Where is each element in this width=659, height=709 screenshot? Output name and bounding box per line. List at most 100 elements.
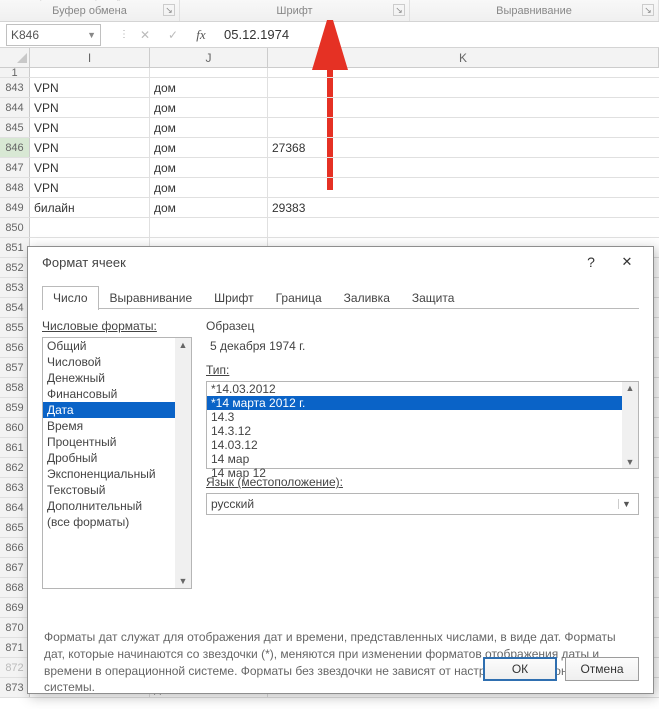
list-item[interactable]: Процентный [43, 434, 191, 450]
help-button[interactable]: ? [573, 254, 609, 270]
list-item[interactable]: *14.03.2012 [207, 382, 638, 396]
name-box[interactable]: K846▼ [6, 24, 101, 46]
row-header[interactable]: 864 [0, 498, 30, 517]
row-header[interactable]: 872 [0, 658, 30, 677]
row-header[interactable]: 867 [0, 558, 30, 577]
list-item[interactable]: 14 мар 12 [207, 466, 638, 480]
font-dialog-launcher[interactable]: ↘ [393, 4, 405, 16]
list-item[interactable]: Дата [43, 402, 191, 418]
cell[interactable]: дом [150, 158, 268, 177]
list-item[interactable]: Денежный [43, 370, 191, 386]
row-header[interactable]: 854 [0, 298, 30, 317]
list-item[interactable]: 14 мар [207, 452, 638, 466]
cell[interactable] [268, 68, 659, 77]
format-painter-button[interactable]: Формат по образцу [4, 0, 130, 5]
list-item[interactable]: Дополнительный [43, 498, 191, 514]
row-header[interactable]: 859 [0, 398, 30, 417]
list-item[interactable]: Финансовый [43, 386, 191, 402]
row-header[interactable]: 871 [0, 638, 30, 657]
list-item[interactable]: Дробный [43, 450, 191, 466]
cell[interactable]: 29383 [268, 198, 659, 217]
row-header[interactable]: 870 [0, 618, 30, 637]
cell[interactable]: VPN [30, 98, 150, 117]
list-item[interactable]: (все форматы) [43, 514, 191, 530]
date-type-list[interactable]: *14.03.2012*14 марта 2012 г.14.314.3.121… [206, 381, 639, 469]
list-item[interactable]: Текстовый [43, 482, 191, 498]
cell[interactable] [150, 68, 268, 77]
cell[interactable]: дом [150, 138, 268, 157]
row-header[interactable]: 847 [0, 158, 30, 177]
row-header[interactable]: 853 [0, 278, 30, 297]
cell[interactable] [30, 218, 150, 237]
row-header[interactable]: 858 [0, 378, 30, 397]
column-header-J[interactable]: J [150, 48, 268, 67]
cell[interactable] [268, 98, 659, 117]
scroll-up-icon[interactable]: ▲ [179, 338, 188, 352]
dialog-tab[interactable]: Выравнивание [99, 286, 204, 310]
row-header[interactable]: 845 [0, 118, 30, 137]
cell[interactable]: дом [150, 198, 268, 217]
chevron-down-icon[interactable]: ▼ [618, 499, 634, 509]
column-header-I[interactable]: I [30, 48, 150, 67]
chevron-down-icon[interactable]: ▼ [87, 30, 96, 40]
clipboard-dialog-launcher[interactable]: ↘ [163, 4, 175, 16]
list-item[interactable]: 14.3 [207, 410, 638, 424]
row-header[interactable]: 862 [0, 458, 30, 477]
row-header[interactable]: 851 [0, 238, 30, 257]
alignment-dialog-launcher[interactable]: ↘ [642, 4, 654, 16]
row-header[interactable]: 869 [0, 598, 30, 617]
row-header[interactable]: 1 [0, 68, 30, 77]
cell[interactable]: VPN [30, 158, 150, 177]
row-header[interactable]: 866 [0, 538, 30, 557]
number-format-category-list[interactable]: ОбщийЧисловойДенежныйФинансовыйДатаВремя… [42, 337, 192, 589]
scrollbar[interactable]: ▲ ▼ [175, 338, 191, 588]
list-item[interactable]: Время [43, 418, 191, 434]
ok-button[interactable]: ОК [483, 657, 557, 681]
dialog-tab[interactable]: Число [42, 286, 99, 310]
row-header[interactable]: 856 [0, 338, 30, 357]
list-item[interactable]: Общий [43, 338, 191, 354]
row-header[interactable]: 850 [0, 218, 30, 237]
cell[interactable]: VPN [30, 138, 150, 157]
cell[interactable]: VPN [30, 178, 150, 197]
cancel-formula-button[interactable]: ✕ [134, 24, 156, 46]
dialog-tab[interactable]: Шрифт [203, 286, 264, 310]
cell[interactable]: 27368 [268, 138, 659, 157]
row-header[interactable]: 852 [0, 258, 30, 277]
select-all-corner[interactable] [0, 48, 30, 67]
row-header[interactable]: 865 [0, 518, 30, 537]
row-header[interactable]: 868 [0, 578, 30, 597]
cancel-button[interactable]: Отмена [565, 657, 639, 681]
cell[interactable]: дом [150, 78, 268, 97]
cell[interactable] [268, 78, 659, 97]
enter-formula-button[interactable]: ✓ [162, 24, 184, 46]
cell[interactable] [30, 68, 150, 77]
row-header[interactable]: 860 [0, 418, 30, 437]
close-button[interactable]: ✕ [609, 254, 645, 270]
row-header[interactable]: 863 [0, 478, 30, 497]
dialog-tab[interactable]: Граница [265, 286, 333, 310]
cell[interactable] [268, 178, 659, 197]
list-item[interactable]: 14.03.12 [207, 438, 638, 452]
scroll-down-icon[interactable]: ▼ [179, 574, 188, 588]
formula-input[interactable]: 05.12.1974 [218, 24, 653, 46]
row-header[interactable]: 846 [0, 138, 30, 157]
cell[interactable]: дом [150, 118, 268, 137]
dialog-tab[interactable]: Защита [401, 286, 466, 310]
insert-function-button[interactable]: fx [190, 24, 212, 46]
row-header[interactable]: 849 [0, 198, 30, 217]
column-header-K[interactable]: K [268, 48, 659, 67]
cell[interactable]: дом [150, 178, 268, 197]
cell[interactable]: билайн [30, 198, 150, 217]
cell[interactable] [268, 118, 659, 137]
cell[interactable] [268, 158, 659, 177]
scroll-down-icon[interactable]: ▼ [626, 456, 635, 468]
list-item[interactable]: *14 марта 2012 г. [207, 396, 638, 410]
list-item[interactable]: Числовой [43, 354, 191, 370]
scrollbar[interactable]: ▲ ▼ [622, 382, 638, 468]
row-header[interactable]: 855 [0, 318, 30, 337]
list-item[interactable]: Экспоненциальный [43, 466, 191, 482]
row-header[interactable]: 873 [0, 678, 30, 697]
list-item[interactable]: 14.3.12 [207, 424, 638, 438]
row-header[interactable]: 861 [0, 438, 30, 457]
